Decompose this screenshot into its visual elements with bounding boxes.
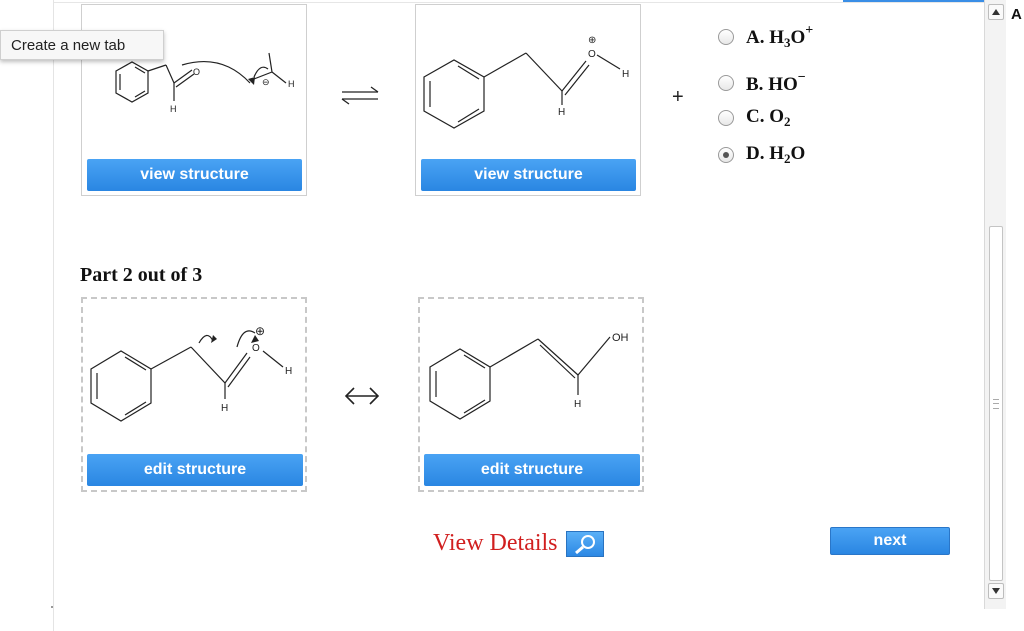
view-structure-button-2[interactable]: view structure	[421, 159, 636, 191]
top-accent-bar	[843, 0, 985, 2]
scroll-down-arrow-icon[interactable]	[988, 583, 1004, 599]
product-hydrogen: H	[622, 69, 629, 80]
radio-option-c[interactable]	[718, 110, 734, 126]
edit-structure-button-1[interactable]: edit structure	[87, 454, 303, 486]
view-details[interactable]: View Details	[433, 530, 604, 557]
option-b[interactable]: B. HO−	[718, 69, 806, 97]
scroll-up-arrow-icon[interactable]	[988, 4, 1004, 20]
product-oxygen: O	[588, 49, 596, 60]
top-border	[54, 2, 984, 3]
option-a-text: A. H3O+	[746, 23, 814, 50]
radio-option-b[interactable]	[718, 75, 734, 91]
view-structure-button-1[interactable]: view structure	[87, 159, 302, 191]
option-d-text: D. H2O	[746, 143, 806, 166]
reactant-charge: ⊖	[262, 77, 270, 87]
part-title: Part 2 out of 3	[80, 264, 203, 286]
part2-right-hydrogen: H	[574, 399, 581, 410]
plus-sign: +	[672, 86, 684, 108]
option-c[interactable]: C. O2	[718, 104, 791, 132]
edge-letter: A	[1011, 6, 1022, 23]
option-a[interactable]: A. H3O+	[718, 23, 813, 51]
edit-structure-button-2[interactable]: edit structure	[424, 454, 640, 486]
new-tab-tooltip: Create a new tab	[0, 30, 164, 60]
scroll-grip-icon	[993, 399, 999, 409]
option-c-text: C. O2	[746, 106, 791, 129]
equilibrium-arrow-icon	[341, 86, 379, 105]
reactant-oxygen: O	[193, 67, 200, 77]
reactant-hydrogen-2: H	[288, 79, 295, 89]
margin-dot	[51, 606, 53, 608]
part2-right-card: OH H edit structure	[418, 297, 644, 492]
scroll-thumb[interactable]	[989, 226, 1003, 581]
reactant-hydrogen: H	[170, 104, 177, 114]
part2-left-charge: ⊕	[255, 324, 265, 338]
part2-left-oxygen: O	[252, 343, 260, 354]
part2-left-card: O ⊕ H H edit structure	[81, 297, 307, 492]
product-structure-card: O ⊕ H H view structure	[415, 4, 641, 196]
resonance-arrow-icon	[344, 387, 380, 405]
view-details-link[interactable]: View Details	[433, 530, 558, 557]
part2-right-hydroxyl: OH	[612, 332, 629, 344]
left-border	[53, 0, 54, 631]
radio-option-a[interactable]	[718, 29, 734, 45]
part2-left-hydrogen: H	[285, 366, 292, 377]
magnifier-button[interactable]	[565, 530, 604, 557]
next-button[interactable]: next	[830, 527, 950, 555]
product-charge: ⊕	[588, 35, 596, 46]
option-b-text: B. HO−	[746, 70, 806, 95]
magnifier-icon	[574, 534, 595, 554]
product-hydrogen-2: H	[558, 107, 565, 118]
part2-left-hydrogen-2: H	[221, 403, 228, 414]
tooltip-text: Create a new tab	[11, 37, 126, 54]
vertical-scrollbar[interactable]	[984, 0, 1006, 609]
radio-option-d[interactable]	[718, 147, 734, 163]
option-d[interactable]: D. H2O	[718, 141, 805, 169]
